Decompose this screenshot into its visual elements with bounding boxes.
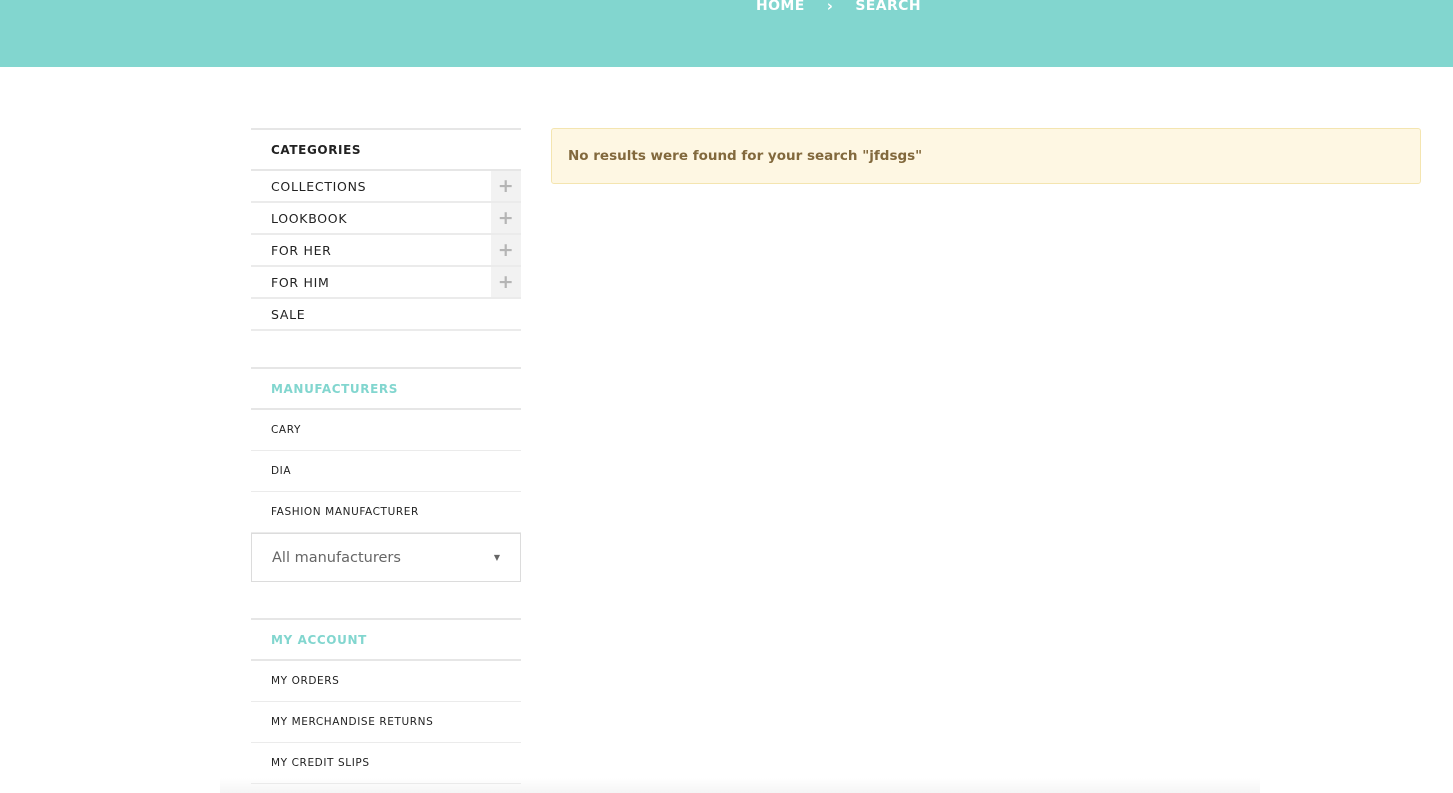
manufacturer-link-dia[interactable]: DIA (251, 451, 521, 492)
manufacturer-link-cary[interactable]: CARY (251, 410, 521, 451)
category-item-for-him[interactable]: FOR HIM + (251, 267, 521, 299)
chevron-right-icon: › (826, 0, 834, 15)
my-account-block: MY ACCOUNT MY ORDERS MY MERCHANDISE RETU… (251, 618, 521, 784)
breadcrumb-current: SEARCH (855, 0, 921, 14)
category-label: COLLECTIONS (271, 178, 367, 194)
category-label: LOOKBOOK (271, 210, 348, 226)
plus-icon[interactable]: + (491, 171, 521, 201)
caret-down-icon: ▼ (493, 553, 500, 562)
account-link-merchandise-returns[interactable]: MY MERCHANDISE RETURNS (251, 702, 521, 743)
manufacturers-title[interactable]: MANUFACTURERS (251, 367, 521, 410)
plus-icon[interactable]: + (491, 267, 521, 297)
category-item-lookbook[interactable]: LOOKBOOK + (251, 203, 521, 235)
categories-title: CATEGORIES (251, 128, 521, 171)
plus-icon[interactable]: + (491, 235, 521, 265)
manufacturer-link-fashion-manufacturer[interactable]: FASHION MANUFACTURER (251, 492, 521, 533)
manufacturers-select[interactable]: All manufacturers ▼ (251, 533, 521, 582)
categories-block: CATEGORIES COLLECTIONS + LOOKBOOK + FOR … (251, 128, 521, 331)
breadcrumb: HOME › SEARCH (756, 0, 921, 15)
category-item-collections[interactable]: COLLECTIONS + (251, 171, 521, 203)
category-label: FOR HIM (271, 274, 330, 290)
bottom-shadow (220, 778, 1260, 793)
left-sidebar: CATEGORIES COLLECTIONS + LOOKBOOK + FOR … (251, 128, 521, 784)
category-item-for-her[interactable]: FOR HER + (251, 235, 521, 267)
plus-icon[interactable]: + (491, 203, 521, 233)
category-item-sale[interactable]: SALE (251, 299, 521, 331)
manufacturers-block: MANUFACTURERS CARY DIA FASHION MANUFACTU… (251, 367, 521, 582)
category-label: FOR HER (271, 242, 332, 258)
no-results-message: No results were found for your search "j… (568, 148, 923, 164)
category-label: SALE (271, 306, 306, 322)
account-link-my-orders[interactable]: MY ORDERS (251, 661, 521, 702)
my-account-title[interactable]: MY ACCOUNT (251, 618, 521, 661)
manufacturers-select-value: All manufacturers (272, 549, 401, 566)
top-banner: HOME › SEARCH (0, 0, 1453, 67)
no-results-alert: No results were found for your search "j… (551, 128, 1421, 184)
breadcrumb-home-link[interactable]: HOME (756, 0, 805, 14)
